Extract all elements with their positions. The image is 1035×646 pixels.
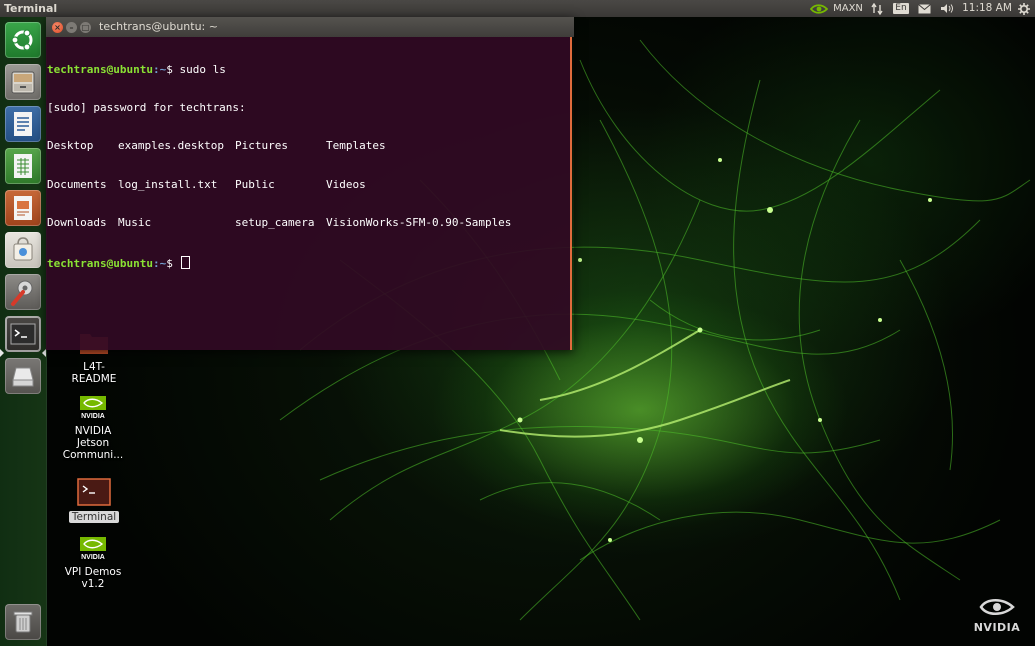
volume-icon[interactable]: [938, 0, 956, 17]
terminal-output[interactable]: techtrans@ubuntu:~$ sudo ls [sudo] passw…: [46, 37, 572, 350]
active-app-indicator: [0, 349, 4, 357]
terminal-icon: [10, 323, 36, 345]
launcher-item-writer[interactable]: [5, 106, 41, 142]
maximize-button[interactable]: □: [80, 22, 91, 33]
trash-icon: [13, 611, 33, 633]
launcher: [0, 17, 47, 646]
ls-entry: Pictures: [235, 139, 288, 153]
window-title: techtrans@ubuntu: ~: [99, 20, 218, 33]
top-panel: Terminal MAXN En 11:18 AM: [0, 0, 1035, 17]
nvidia-logo-icon: [979, 599, 1015, 615]
keyboard-layout-label: En: [893, 3, 909, 14]
maximize-icon: □: [81, 23, 90, 32]
ls-entry: VisionWorks-SFM-0.90-Samples: [326, 216, 512, 230]
focused-app-indicator: [42, 349, 46, 357]
svg-text:NVIDIA: NVIDIA: [81, 554, 105, 561]
desktop-icon-label: README: [71, 373, 117, 385]
launcher-item-terminal[interactable]: [5, 316, 41, 352]
prompt-user: techtrans@ubuntu: [47, 256, 153, 270]
mail-icon[interactable]: [916, 0, 932, 17]
desktop-icon-label: Terminal: [68, 511, 120, 523]
ls-output-row: Desktop examples.desktop Pictures Templates: [47, 140, 570, 153]
gear-icon[interactable]: [1016, 0, 1032, 17]
launcher-item-files[interactable]: [5, 64, 41, 100]
nvidia-logo-icon: NVIDIA: [80, 537, 106, 561]
desktop-icon-label: VPI Demos: [64, 566, 122, 578]
ls-entry: Videos: [326, 177, 366, 191]
ls-entry: Templates: [326, 139, 386, 153]
desktop-icon-vpi-demos[interactable]: NVIDIA VPI Demos v1.2: [53, 537, 133, 590]
prompt-path: :~: [152, 62, 167, 76]
ls-entry: Public: [235, 177, 275, 191]
nvidia-wordmark: NVIDIA: [973, 621, 1021, 634]
launcher-item-trash[interactable]: [5, 604, 41, 640]
launcher-item-software[interactable]: [5, 232, 41, 268]
prompt-line: techtrans@ubuntu:~$: [47, 255, 570, 270]
prompt-path: :~: [152, 256, 167, 270]
keyboard-layout-indicator[interactable]: En: [892, 0, 910, 17]
power-mode-label[interactable]: MAXN: [830, 0, 866, 17]
terminal-window[interactable]: × – □ techtrans@ubuntu: ~ techtrans@ubun…: [46, 17, 574, 350]
calc-spreadsheet-icon: [14, 154, 32, 178]
ls-output-row: Documents log_install.txt Public Videos: [47, 177, 570, 192]
launcher-item-calc[interactable]: [5, 148, 41, 184]
desktop-icon-label: Communi...: [62, 449, 124, 461]
desktop-icon-label: NVIDIA: [74, 425, 112, 437]
desktop-icon-label: v1.2: [81, 578, 105, 590]
desktop-icon-label: Jetson: [76, 437, 110, 449]
close-icon: ×: [54, 23, 61, 32]
desktop-icon-terminal[interactable]: Terminal: [54, 478, 134, 523]
close-button[interactable]: ×: [52, 22, 63, 33]
ls-entry: examples.desktop: [118, 139, 224, 153]
ls-entry: Desktop: [47, 139, 94, 153]
nvidia-tray-icon[interactable]: [808, 0, 830, 17]
terminal-icon: [77, 478, 111, 506]
writer-document-icon: [14, 112, 32, 136]
launcher-item-dash[interactable]: [5, 22, 41, 58]
ls-entry: Documents: [47, 177, 107, 191]
window-titlebar[interactable]: × – □ techtrans@ubuntu: ~: [46, 17, 574, 37]
desktop-icon-label: L4T-: [83, 361, 105, 373]
typed-command: sudo ls: [179, 62, 226, 76]
ubuntu-logo-icon: [11, 29, 33, 51]
impress-presentation-icon: [14, 196, 32, 220]
network-arrows-icon[interactable]: [870, 0, 884, 17]
prompt-line: techtrans@ubuntu:~$ sudo ls: [47, 62, 570, 77]
sudo-password-prompt: [sudo] password for techtrans:: [47, 100, 246, 114]
desktop-icon-nvidia-jetson[interactable]: NVIDIA NVIDIA Jetson Communi...: [53, 396, 133, 461]
nvidia-logo-icon: NVIDIA: [80, 396, 106, 420]
launcher-item-drive[interactable]: [5, 358, 41, 394]
prompt-symbol: $: [166, 256, 180, 270]
ls-output-row: Downloads Music setup_camera VisionWorks-SF…: [47, 216, 570, 230]
prompt-user: techtrans@ubuntu: [47, 62, 153, 76]
ls-entry: log_install.txt: [118, 177, 218, 191]
launcher-item-impress[interactable]: [5, 190, 41, 226]
ls-entry: Music: [118, 216, 152, 230]
minimize-icon: –: [69, 23, 74, 32]
settings-tools-icon: [11, 280, 33, 306]
ls-entry: Downloads: [47, 216, 107, 230]
clock[interactable]: 11:18 AM: [962, 0, 1012, 17]
ls-entry: setup_camera: [235, 216, 315, 230]
prompt-symbol: $: [166, 62, 180, 76]
drive-icon: [12, 367, 34, 387]
minimize-button[interactable]: –: [66, 22, 77, 33]
shopping-bag-icon: [13, 237, 33, 261]
nvidia-watermark: NVIDIA: [966, 596, 1028, 634]
svg-text:NVIDIA: NVIDIA: [81, 413, 105, 420]
active-app-title: Terminal: [4, 2, 58, 15]
text-cursor: [181, 255, 191, 269]
file-cabinet-icon: [11, 71, 35, 94]
launcher-item-settings[interactable]: [5, 274, 41, 310]
